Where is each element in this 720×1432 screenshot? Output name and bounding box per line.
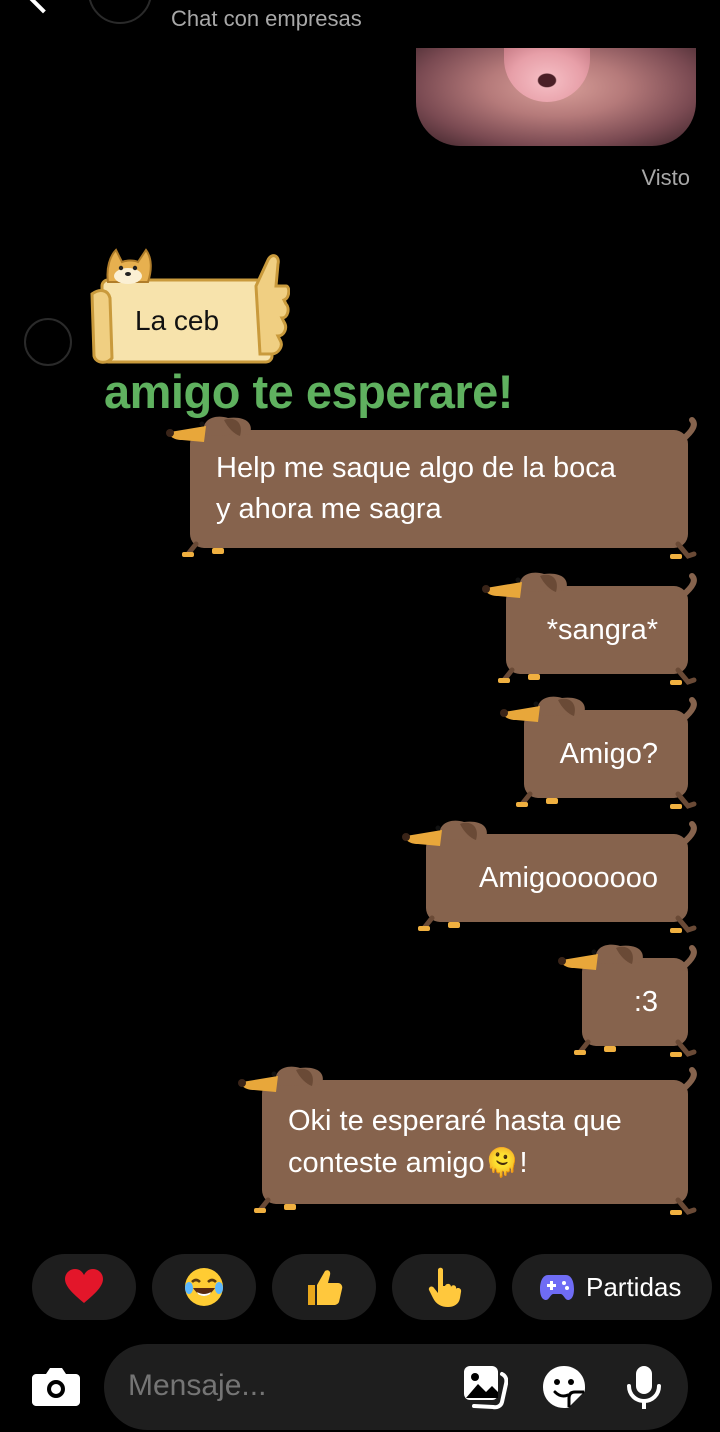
photo-message[interactable] xyxy=(416,48,696,146)
outgoing-message-bubble[interactable]: Amigo? xyxy=(500,696,697,810)
sticker-text: La ceb xyxy=(135,305,220,336)
message-line: Help me saque algo de la boca xyxy=(216,452,616,484)
message-line: Oki te esperaré hasta que xyxy=(288,1105,622,1137)
microphone-icon[interactable] xyxy=(621,1364,667,1410)
melting-face-emoji-icon: 🫠 xyxy=(484,1147,520,1178)
message-line: y ahora me sagra xyxy=(216,493,442,525)
laugh-reaction-button[interactable] xyxy=(152,1254,256,1320)
pointing-hand-icon xyxy=(428,1267,462,1307)
quick-reactions-row: Partidas xyxy=(0,1254,720,1320)
message-line: Amigo? xyxy=(559,737,658,770)
games-chip-button[interactable]: Partidas xyxy=(512,1254,712,1320)
message-composer xyxy=(0,1342,720,1432)
sticker-icon[interactable] xyxy=(541,1364,587,1410)
message-line: :3 xyxy=(633,985,658,1018)
back-arrow-icon[interactable] xyxy=(24,0,62,14)
message-text: *sangra* xyxy=(547,610,658,651)
message-text: Oki te esperaré hasta que conteste amigo🫠… xyxy=(288,1101,622,1184)
thumbs-up-icon xyxy=(308,1270,343,1305)
incoming-big-text: amigo te esperare! xyxy=(104,365,513,418)
seen-status: Visto xyxy=(641,165,690,190)
games-chip-label: Partidas xyxy=(586,1271,682,1302)
message-line: Amigooooooo xyxy=(479,861,658,894)
outgoing-message-bubble[interactable]: :3 xyxy=(558,944,697,1058)
dachshund-bubble-icon xyxy=(558,944,697,1057)
message-text: Amigooooooo xyxy=(479,858,658,899)
heart-icon xyxy=(65,1269,103,1303)
lips-image xyxy=(504,48,590,102)
camera-icon[interactable] xyxy=(32,1364,80,1406)
pointing-reaction-button[interactable] xyxy=(392,1254,496,1320)
outgoing-message-bubble[interactable]: *sangra* xyxy=(482,572,697,686)
gamepad-icon xyxy=(540,1275,574,1300)
message-line: *sangra* xyxy=(546,613,658,646)
heart-reaction-button[interactable] xyxy=(32,1254,136,1320)
message-line: conteste amigo🫠! xyxy=(288,1147,528,1179)
chat-header: Chat con empresas xyxy=(0,0,720,40)
gallery-icon[interactable] xyxy=(462,1364,508,1410)
outgoing-message-bubble[interactable]: Help me saque algo de la boca y ahora me … xyxy=(166,416,697,560)
message-text: :3 xyxy=(634,982,658,1023)
message-text: Help me saque algo de la boca y ahora me … xyxy=(216,448,616,530)
laughing-emoji-icon xyxy=(185,1268,223,1306)
header-subtitle: Chat con empresas xyxy=(171,6,362,31)
message-input[interactable] xyxy=(128,1369,514,1403)
outgoing-message-bubble[interactable]: Oki te esperaré hasta que conteste amigo🫠… xyxy=(238,1066,697,1216)
contact-avatar[interactable] xyxy=(88,0,152,24)
message-suffix: ! xyxy=(519,1147,528,1179)
message-text: Amigo? xyxy=(560,734,658,775)
outgoing-message-bubble[interactable]: Amigooooooo xyxy=(402,820,697,934)
sender-avatar[interactable] xyxy=(24,318,72,366)
thumbs-up-reaction-button[interactable] xyxy=(272,1254,376,1320)
